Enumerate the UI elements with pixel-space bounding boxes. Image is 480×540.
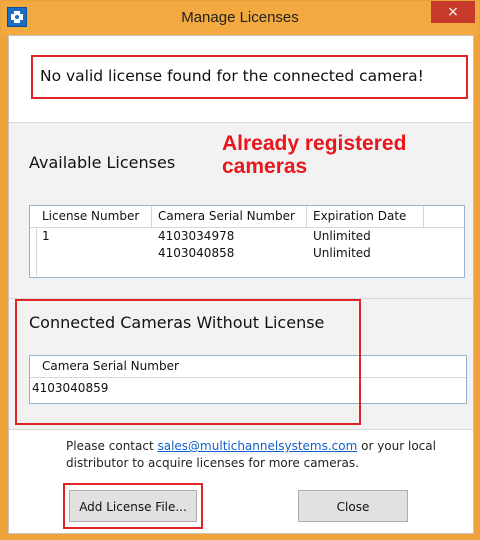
manage-licenses-window: Manage Licenses × No valid license found… <box>0 0 480 540</box>
add-license-highlight <box>63 483 203 529</box>
licenses-table-header: License Number Camera Serial Number Expi… <box>30 206 464 228</box>
table-row[interactable]: 1 4103034978 Unlimited <box>30 228 464 245</box>
available-licenses-title: Available Licenses <box>29 153 176 172</box>
error-section: No valid license found for the connected… <box>9 36 473 123</box>
contact-text-before: Please contact <box>66 439 158 453</box>
dialog-body: No valid license found for the connected… <box>8 35 474 534</box>
expiration-cell: Unlimited <box>313 246 371 260</box>
column-camera-serial[interactable]: Camera Serial Number <box>152 206 307 227</box>
connected-cameras-section: Connected Cameras Without License Camera… <box>9 299 473 430</box>
connected-cameras-highlight <box>15 299 361 425</box>
annotation-label: Already registered cameras <box>222 132 406 178</box>
close-icon[interactable]: × <box>431 1 475 23</box>
expiration-cell: Unlimited <box>313 229 371 243</box>
window-title: Manage Licenses <box>181 9 299 26</box>
annotation-line-1: Already registered <box>222 132 407 155</box>
column-license-number[interactable]: License Number <box>36 206 152 227</box>
error-message: No valid license found for the connected… <box>40 67 424 85</box>
licenses-table[interactable]: License Number Camera Serial Number Expi… <box>29 205 465 278</box>
sales-email-link[interactable]: sales@multichannelsystems.com <box>157 439 357 453</box>
contact-info: Please contact sales@multichannelsystems… <box>66 438 446 472</box>
license-number-cell <box>36 245 152 262</box>
table-row[interactable]: 4103040858 Unlimited <box>30 245 464 262</box>
available-licenses-section: Available Licenses Already registered ca… <box>9 123 473 299</box>
camera-serial-cell: 4103040858 <box>158 246 235 260</box>
column-expiration-date[interactable]: Expiration Date <box>307 206 424 227</box>
close-button[interactable]: Close <box>298 490 408 522</box>
error-highlight: No valid license found for the connected… <box>31 55 468 99</box>
license-number-cell: 1 <box>42 229 50 243</box>
title-bar[interactable]: Manage Licenses × <box>1 1 479 35</box>
footer-section: Please contact sales@multichannelsystems… <box>9 430 473 533</box>
annotation-line-2: cameras <box>222 155 308 178</box>
camera-serial-cell: 4103034978 <box>158 229 235 243</box>
